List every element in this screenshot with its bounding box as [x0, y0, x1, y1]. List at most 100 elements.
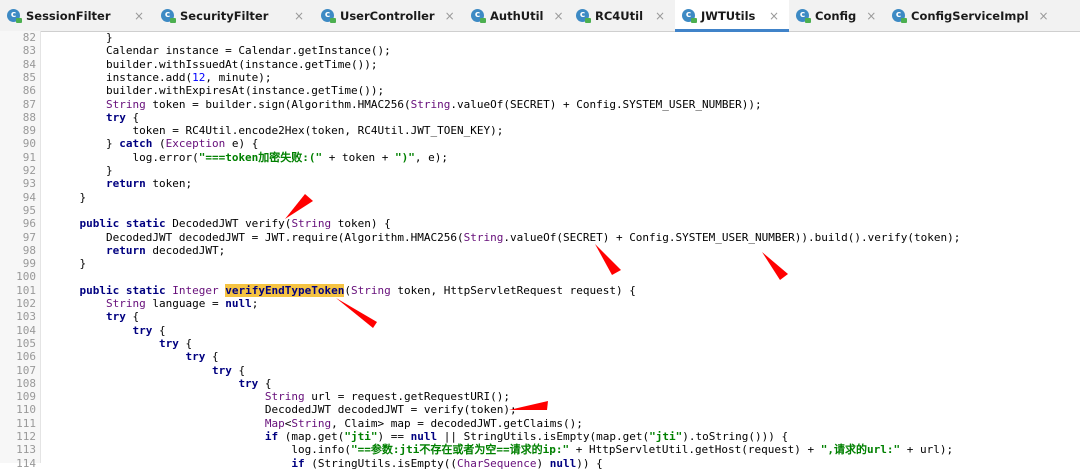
code-token: String	[351, 283, 391, 297]
java-class-icon	[892, 9, 907, 23]
code-token: token = RC4Util.encode2Hex(token, RC4Uti…	[53, 124, 504, 138]
code-token: String	[105, 297, 146, 310]
code-line[interactable]: } catch (Exception e) {	[53, 137, 258, 150]
code-token: ")"	[395, 150, 415, 164]
code-token: e) {	[225, 137, 259, 151]
code-line[interactable]: public static Integer verifyEndTypeToken…	[53, 283, 636, 297]
code-token: }	[53, 31, 113, 44]
code-token: return	[105, 177, 146, 191]
code-line[interactable]: try {	[53, 323, 165, 337]
code-token: builder.withExpiresAt(instance.getTime()…	[53, 84, 385, 98]
code-line[interactable]: if (StringUtils.isEmpty((CharSequence) n…	[53, 456, 602, 470]
tab-sessionfilter[interactable]: SessionFilter ×	[0, 0, 154, 31]
code-line[interactable]: return decodedJWT;	[53, 244, 225, 257]
tab-label: RC4Util	[595, 8, 644, 23]
code-line[interactable]: try {	[53, 337, 192, 350]
code-line[interactable]: log.info("==参数:jti不存在或者为空==请求的ip:" + Htt…	[53, 443, 953, 456]
code-token: if	[291, 456, 305, 470]
tab-securityfilter[interactable]: SecurityFilter ×	[154, 0, 314, 31]
code-line[interactable]: String token = builder.sign(Algorithm.HM…	[53, 98, 762, 111]
close-tab-icon[interactable]: ×	[284, 9, 304, 23]
code-token: || StringUtils.isEmpty(map.get(	[437, 430, 650, 443]
code-token: language =	[145, 297, 226, 310]
code-line[interactable]: try {	[53, 350, 218, 363]
code-token: (StringUtils.isEmpty((	[304, 456, 457, 470]
java-class-icon	[7, 9, 22, 23]
code-token: {	[125, 110, 140, 124]
code-line[interactable]: builder.withIssuedAt(instance.getTime())…	[53, 58, 378, 71]
code-token: CharSequence	[457, 456, 537, 470]
code-line[interactable]: try {	[53, 111, 139, 124]
code-token: try	[132, 323, 153, 337]
code-token: {	[178, 336, 193, 350]
code-line[interactable]: try {	[53, 364, 245, 377]
code-token: Exception	[165, 137, 226, 151]
code-line[interactable]: instance.add(12, minute);	[53, 71, 272, 84]
close-tab-icon[interactable]: ×	[645, 9, 665, 23]
code-token: try	[105, 310, 126, 324]
code-line[interactable]: return token;	[53, 177, 192, 190]
tab-usercontroller[interactable]: UserController×	[314, 0, 464, 31]
code-line[interactable]: String url = request.getRequestURI();	[53, 390, 510, 403]
tab-label: SecurityFilter	[180, 8, 269, 23]
code-line[interactable]: try {	[53, 377, 271, 390]
tab-configserviceimpl[interactable]: ConfigServiceImpl×	[885, 0, 1049, 31]
tab-jwtutils[interactable]: JWTUtils×	[675, 0, 789, 32]
code-line[interactable]: try {	[53, 310, 139, 323]
code-token: (map.get(	[278, 430, 345, 443]
code-token: instance.add(	[53, 70, 193, 84]
code-line[interactable]: if (map.get("jti") == null || StringUtil…	[53, 430, 788, 443]
tab-authutil[interactable]: AuthUtil×	[464, 0, 569, 31]
java-class-icon	[161, 9, 176, 23]
code-token: , minute);	[205, 70, 272, 84]
code-line[interactable]: }	[53, 191, 86, 204]
close-tab-icon[interactable]: ×	[856, 9, 876, 23]
code-line[interactable]: DecodedJWT decodedJWT = JWT.require(Algo…	[53, 231, 960, 244]
code-line[interactable]: token = RC4Util.encode2Hex(token, RC4Uti…	[53, 124, 503, 137]
code-editor[interactable]: } Calendar instance = Calendar.getInstan…	[0, 31, 1080, 470]
java-class-icon	[576, 9, 591, 23]
code-token: Integer	[172, 283, 219, 297]
java-class-icon	[471, 9, 486, 23]
code-token: DecodedJWT verify(	[165, 217, 292, 231]
code-line[interactable]: }	[53, 31, 113, 44]
code-token: null	[225, 297, 252, 310]
code-token: "==参数:jti不存在或者为空==请求的ip:"	[351, 443, 570, 457]
code-line[interactable]: String language = null;	[53, 297, 258, 310]
tab-label: Config	[815, 8, 857, 23]
code-token: token = builder.sign(Algorithm.HMAC256(	[145, 97, 411, 111]
code-token: DecodedJWT decodedJWT = verify(token);	[53, 403, 517, 417]
java-class-icon	[796, 9, 811, 23]
code-line[interactable]: DecodedJWT decodedJWT = verify(token);	[53, 403, 517, 416]
search-highlight-token: verifyEndTypeToken	[225, 283, 345, 297]
code-line[interactable]: builder.withExpiresAt(instance.getTime()…	[53, 84, 384, 97]
code-line[interactable]: log.error("===token加密失败:(" + token + ")"…	[53, 151, 448, 164]
code-line[interactable]: }	[53, 257, 86, 270]
code-token: ",请求的url:"	[820, 443, 901, 457]
tab-rc4util[interactable]: RC4Util×	[569, 0, 675, 31]
code-token: + HttpServletUtil.getHost(request) +	[569, 443, 821, 457]
tab-config[interactable]: Config×	[789, 0, 885, 31]
close-tab-icon[interactable]: ×	[435, 9, 455, 23]
code-line[interactable]: Map<String, Claim> map = decodedJWT.getC…	[53, 417, 583, 430]
code-line[interactable]: Calendar instance = Calendar.getInstance…	[53, 44, 391, 57]
code-token: null	[549, 456, 577, 470]
code-token: + url);	[900, 443, 954, 457]
code-token: )	[536, 456, 550, 470]
close-tab-icon[interactable]: ×	[544, 9, 564, 23]
close-tab-icon[interactable]: ×	[759, 9, 779, 23]
close-tab-icon[interactable]: ×	[1029, 9, 1049, 23]
code-token: try	[158, 336, 179, 350]
code-token: catch	[119, 137, 153, 151]
close-tab-icon[interactable]: ×	[124, 9, 144, 23]
code-token: Calendar instance = Calendar.getInstance…	[53, 44, 391, 58]
code-token: if	[264, 430, 279, 443]
code-token: DecodedJWT decodedJWT = JWT.require(Algo…	[53, 230, 464, 244]
code-line[interactable]: public static DecodedJWT verify(String t…	[53, 217, 391, 230]
code-line[interactable]: }	[53, 164, 113, 177]
